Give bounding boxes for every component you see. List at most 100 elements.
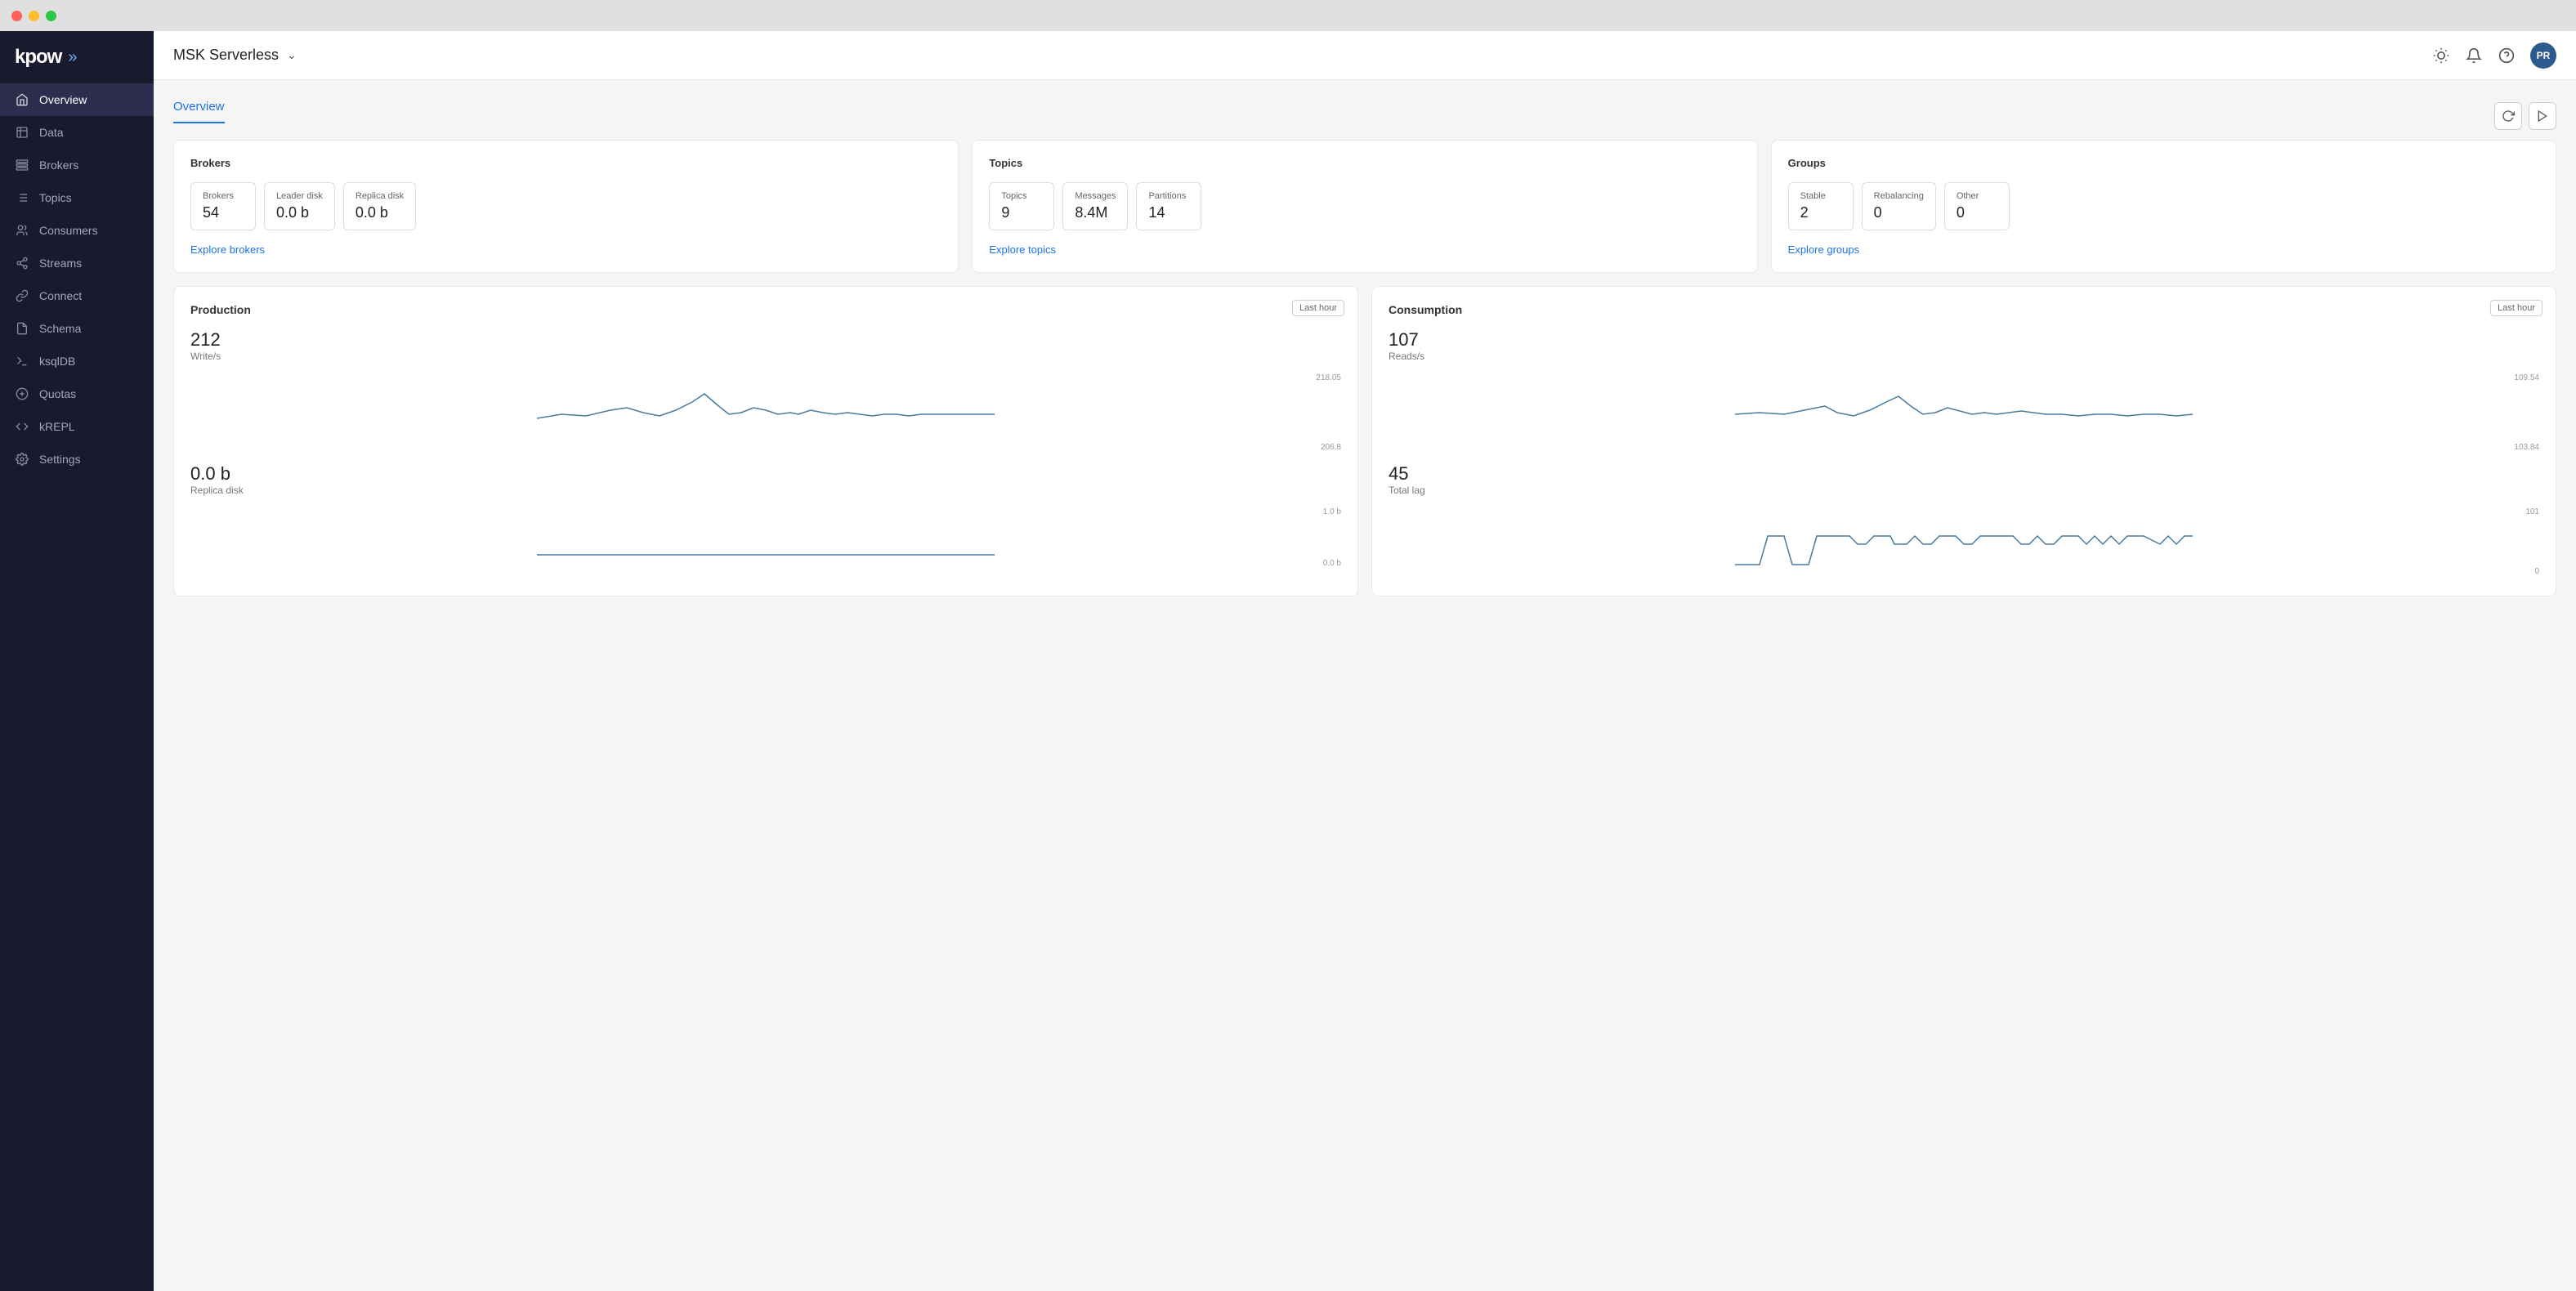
notifications-bell-icon[interactable] [2465, 47, 2483, 65]
minimize-button[interactable] [29, 11, 39, 21]
other-label: Other [1957, 191, 1997, 201]
lag-label: Total lag [1389, 485, 1425, 496]
close-button[interactable] [11, 11, 22, 21]
maximize-button[interactable] [46, 11, 56, 21]
writes-y-min: 206.8 [1321, 443, 1341, 452]
brokers-count-box: Brokers 54 [190, 182, 256, 230]
sidebar-item-krepl[interactable]: kREPL [0, 410, 154, 443]
home-icon [15, 92, 29, 107]
lag-y-max: 101 [2525, 507, 2539, 516]
sidebar-item-data[interactable]: Data [0, 116, 154, 149]
groups-card: Groups Stable 2 Rebalancing 0 Other 0 [1771, 140, 2556, 273]
sidebar-streams-label: Streams [39, 257, 82, 270]
krepl-icon [15, 419, 29, 434]
reads-y-min: 103.84 [2514, 443, 2539, 452]
topics-card-title: Topics [989, 157, 1740, 169]
schema-icon [15, 321, 29, 336]
brokers-count-value: 54 [203, 204, 244, 221]
sidebar-item-topics[interactable]: Topics [0, 181, 154, 214]
chevron-down-icon[interactable]: ⌄ [287, 48, 297, 62]
sidebar-item-quotas[interactable]: Quotas [0, 377, 154, 410]
explore-groups-link[interactable]: Explore groups [1788, 243, 2539, 256]
page-title: MSK Serverless ⌄ [173, 47, 297, 64]
content-area: Overview Brokers [154, 80, 2576, 1291]
sidebar-settings-label: Settings [39, 453, 81, 466]
topics-count-value: 9 [1001, 204, 1042, 221]
replica-chart [190, 507, 1341, 565]
lag-chart [1389, 507, 2539, 573]
settings-sun-icon[interactable] [2432, 47, 2450, 65]
rebalancing-label: Rebalancing [1874, 191, 1924, 201]
streams-icon [15, 256, 29, 270]
topics-count-label: Topics [1001, 191, 1042, 201]
other-box: Other 0 [1944, 182, 2010, 230]
explore-brokers-link[interactable]: Explore brokers [190, 243, 941, 256]
brokers-stats: Brokers 54 Leader disk 0.0 b Replica dis… [190, 182, 941, 230]
sidebar-item-brokers[interactable]: Brokers [0, 149, 154, 181]
writes-chart [190, 373, 1341, 439]
partitions-box: Partitions 14 [1136, 182, 1201, 230]
refresh-button[interactable] [2494, 102, 2522, 130]
consumption-time-label: Last hour [2490, 300, 2542, 316]
sidebar-overview-label: Overview [39, 93, 87, 106]
other-value: 0 [1957, 204, 1997, 221]
explore-topics-link[interactable]: Explore topics [989, 243, 1740, 256]
logo-arrows: » [68, 48, 77, 67]
settings-icon [15, 452, 29, 467]
cluster-name: MSK Serverless [173, 47, 279, 64]
partitions-value: 14 [1148, 204, 1189, 221]
sidebar-quotas-label: Quotas [39, 387, 76, 400]
ksqldb-icon [15, 354, 29, 369]
brokers-icon [15, 158, 29, 172]
leader-disk-value: 0.0 b [276, 204, 323, 221]
sidebar-item-consumers[interactable]: Consumers [0, 214, 154, 247]
sidebar-item-settings[interactable]: Settings [0, 443, 154, 476]
reads-value: 107 [1389, 329, 1424, 351]
leader-disk-box: Leader disk 0.0 b [264, 182, 335, 230]
messages-box: Messages 8.4M [1062, 182, 1128, 230]
topics-count-box: Topics 9 [989, 182, 1054, 230]
write-rate-label: Write/s [190, 351, 221, 362]
brokers-card: Brokers Brokers 54 Leader disk 0.0 b Rep… [173, 140, 959, 273]
sidebar-item-ksqldb[interactable]: ksqlDB [0, 345, 154, 377]
sidebar: kpow » Overview Data Brokers Topics [0, 31, 154, 1291]
write-rate-value: 212 [190, 329, 221, 351]
sidebar-item-connect[interactable]: Connect [0, 279, 154, 312]
brokers-card-title: Brokers [190, 157, 941, 169]
replica-y-max: 1.0 b [1323, 507, 1341, 516]
sidebar-item-overview[interactable]: Overview [0, 83, 154, 116]
messages-label: Messages [1075, 191, 1116, 201]
quotas-icon [15, 386, 29, 401]
partitions-label: Partitions [1148, 191, 1189, 201]
groups-stats: Stable 2 Rebalancing 0 Other 0 [1788, 182, 2539, 230]
leader-disk-label: Leader disk [276, 191, 323, 201]
sidebar-topics-label: Topics [39, 191, 72, 204]
replica-disk-label: Replica disk [356, 191, 404, 201]
replica-disk-value: 0.0 b [356, 204, 404, 221]
reads-y-max: 109.54 [2514, 373, 2539, 382]
rebalancing-box: Rebalancing 0 [1862, 182, 1936, 230]
help-icon[interactable] [2498, 47, 2516, 65]
sidebar-logo: kpow » [0, 31, 154, 83]
user-avatar[interactable]: PR [2530, 42, 2556, 69]
replica-value: 0.0 b [190, 463, 244, 485]
consumption-chart-card: Last hour Consumption 107 Reads/s 109.54 [1371, 286, 2556, 596]
topics-icon [15, 190, 29, 205]
header: MSK Serverless ⌄ PR [154, 31, 2576, 80]
replica-label: Replica disk [190, 485, 244, 496]
stable-label: Stable [1800, 191, 1841, 201]
sidebar-data-label: Data [39, 126, 64, 139]
play-button[interactable] [2529, 102, 2556, 130]
topics-card: Topics Topics 9 Messages 8.4M Partitions [972, 140, 1757, 273]
tab-bar: Overview [173, 100, 225, 123]
sidebar-item-schema[interactable]: Schema [0, 312, 154, 345]
consumers-icon [15, 223, 29, 238]
sidebar-item-streams[interactable]: Streams [0, 247, 154, 279]
replica-y-min: 0.0 b [1323, 559, 1341, 568]
sidebar-ksqldb-label: ksqlDB [39, 355, 75, 368]
tab-overview[interactable]: Overview [173, 100, 225, 123]
topics-stats: Topics 9 Messages 8.4M Partitions 14 [989, 182, 1740, 230]
messages-value: 8.4M [1075, 204, 1116, 221]
consumption-chart-title: Consumption [1389, 303, 2539, 316]
stats-cards: Brokers Brokers 54 Leader disk 0.0 b Rep… [173, 140, 2556, 273]
